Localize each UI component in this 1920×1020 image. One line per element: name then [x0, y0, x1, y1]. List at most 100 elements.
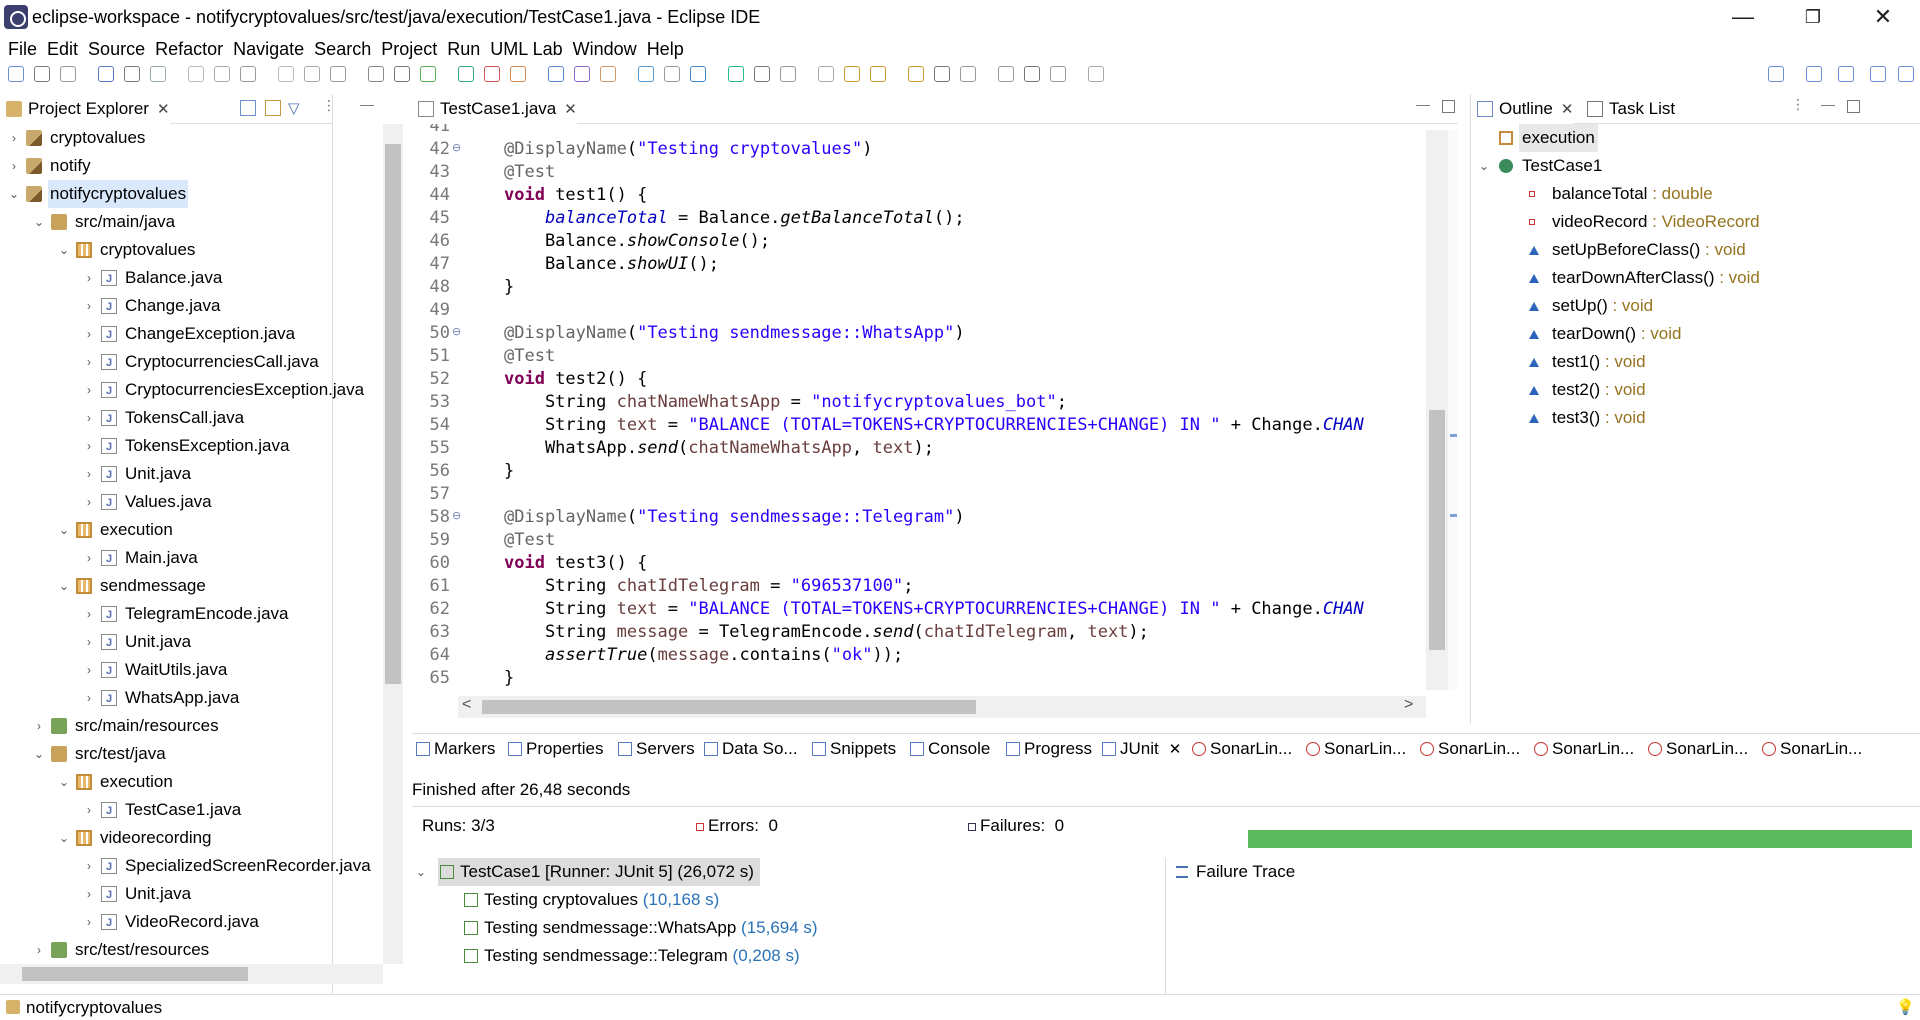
code-line[interactable]: Balance.showConsole(); — [504, 231, 770, 251]
misc-icon[interactable] — [1088, 66, 1104, 82]
uml-perspective-icon[interactable] — [1870, 66, 1886, 82]
tree-item[interactable]: › Values.java — [0, 488, 380, 517]
expand-arrow-icon[interactable]: › — [83, 796, 95, 824]
scrollbar-thumb[interactable] — [22, 967, 248, 981]
scrollbar-thumb[interactable] — [482, 700, 976, 714]
menu-refactor[interactable]: Refactor — [155, 36, 223, 62]
menu-source[interactable]: Source — [88, 36, 145, 62]
collapse-all-icon[interactable] — [240, 100, 256, 116]
link-editor-icon[interactable] — [265, 100, 281, 116]
minimize-view-icon[interactable]: — — [1821, 96, 1835, 112]
code-line[interactable]: @Test — [504, 162, 555, 182]
code-line[interactable]: Balance.showUI(); — [504, 254, 719, 274]
search-icon[interactable] — [1768, 66, 1784, 82]
menu-window[interactable]: Window — [573, 36, 637, 62]
test-case-row[interactable]: Testing cryptovalues (10,168 s) — [462, 886, 719, 914]
fold-toggle-icon[interactable]: ⊖ — [452, 509, 461, 522]
expand-arrow-icon[interactable]: › — [83, 656, 95, 684]
expand-arrow-icon[interactable]: › — [83, 404, 95, 432]
sync-icon[interactable] — [690, 66, 706, 82]
drop-frame-icon[interactable] — [330, 66, 346, 82]
code-line[interactable]: String text = "BALANCE (TOTAL=TOKENS+CRY… — [504, 599, 1364, 619]
minimize-button[interactable]: — — [1714, 0, 1772, 34]
close-icon[interactable]: ✕ — [1169, 741, 1182, 758]
view-menu-icon[interactable]: ⋮ — [322, 97, 336, 114]
restore-button[interactable]: ❐ — [1784, 0, 1842, 34]
code-line[interactable]: } — [504, 461, 514, 481]
skip-icon[interactable] — [188, 66, 204, 82]
open-type-icon[interactable] — [98, 66, 114, 82]
expand-arrow-icon[interactable]: › — [83, 320, 95, 348]
tree-item[interactable]: ⌄ execution — [0, 516, 380, 544]
outline-item[interactable]: tearDown() : void — [1471, 320, 1911, 348]
outline-item[interactable]: execution — [1471, 124, 1911, 152]
tree-item[interactable]: › Main.java — [0, 544, 380, 573]
collapse-arrow-icon[interactable]: ⌄ — [33, 740, 45, 768]
tree-item[interactable]: › notify — [0, 152, 380, 180]
tree-item[interactable]: ⌄ sendmessage — [0, 572, 380, 600]
prev-annotation-icon[interactable] — [780, 66, 796, 82]
maximize-view-icon[interactable] — [1442, 100, 1455, 113]
tab-testcase1-java[interactable]: TestCase1.java ✕ — [412, 94, 577, 124]
tree-item[interactable]: › WhatsApp.java — [0, 684, 380, 713]
tree-item[interactable]: › CryptocurrenciesException.java — [0, 376, 380, 405]
menu-navigate[interactable]: Navigate — [233, 36, 304, 62]
tree-item[interactable]: › Unit.java — [0, 628, 380, 657]
collapse-arrow-icon[interactable]: ⌄ — [58, 572, 70, 600]
run-icon[interactable] — [420, 66, 436, 82]
open-task-icon[interactable] — [638, 66, 654, 82]
tab-sonarlin[interactable]: SonarLin... — [1418, 734, 1520, 764]
collapse-arrow-icon[interactable]: ⌄ — [58, 516, 70, 544]
code-line[interactable]: void test2() { — [504, 369, 647, 389]
expand-arrow-icon[interactable]: › — [83, 432, 95, 460]
expand-arrow-icon[interactable]: › — [83, 460, 95, 488]
run-last-icon[interactable] — [458, 66, 474, 82]
menu-search[interactable]: Search — [314, 36, 371, 62]
expand-arrow-icon[interactable]: › — [83, 488, 95, 516]
filter-icon[interactable]: ▽ — [288, 99, 300, 117]
tree-item[interactable]: › src/test/resources — [0, 936, 380, 964]
tree-item[interactable]: › src/main/resources — [0, 712, 380, 740]
scrollbar-thumb[interactable] — [1429, 410, 1445, 650]
tab-sonarlin[interactable]: SonarLin... — [1760, 734, 1862, 764]
tree-item[interactable]: › Unit.java — [0, 460, 380, 489]
expand-arrow-icon[interactable]: › — [83, 292, 95, 320]
perspective-icon[interactable] — [1806, 66, 1822, 82]
tree-item[interactable]: › cryptovalues — [0, 124, 380, 152]
new-package-icon[interactable] — [574, 66, 590, 82]
vertical-scrollbar[interactable] — [383, 124, 403, 964]
next-annotation-icon[interactable] — [754, 66, 770, 82]
close-button[interactable]: ✕ — [1854, 0, 1912, 34]
tree-item[interactable]: ⌄ notifycryptovalues — [0, 180, 380, 208]
code-area[interactable]: 41 42 ⊖ @DisplayName("Testing cryptovalues"… — [412, 124, 1426, 694]
menu-help[interactable]: Help — [647, 36, 684, 62]
search-icon[interactable] — [124, 66, 140, 82]
tab-junit[interactable]: JUnit ✕ — [1100, 734, 1181, 764]
misc-icon[interactable] — [1024, 66, 1040, 82]
tab-outline[interactable]: Outline ✕ — [1471, 94, 1574, 124]
tab-servers[interactable]: Servers — [616, 734, 695, 764]
misc-icon[interactable] — [1050, 66, 1066, 82]
tree-item[interactable]: › WaitUtils.java — [0, 656, 380, 685]
expand-arrow-icon[interactable]: › — [83, 852, 95, 880]
tree-item[interactable]: › Balance.java — [0, 264, 380, 293]
tab-properties[interactable]: Properties — [506, 734, 603, 764]
tree-item[interactable]: › Change.java — [0, 292, 380, 321]
editor-horizontal-scrollbar[interactable]: < > — [458, 696, 1426, 718]
code-line[interactable]: void test1() { — [504, 185, 647, 205]
outline-item[interactable]: tearDownAfterClass() : void — [1471, 264, 1911, 292]
new-class-icon[interactable] — [600, 66, 616, 82]
tree-item[interactable]: › TelegramEncode.java — [0, 600, 380, 629]
scroll-left-icon[interactable]: < — [462, 696, 471, 714]
code-line[interactable]: @Test — [504, 346, 555, 366]
outline-item[interactable]: setUpBeforeClass() : void — [1471, 236, 1911, 264]
use-step-filters-icon[interactable] — [368, 66, 384, 82]
new-icon[interactable] — [8, 66, 24, 82]
menu-edit[interactable]: Edit — [47, 36, 78, 62]
close-icon[interactable]: ✕ — [1561, 101, 1574, 118]
expand-arrow-icon[interactable]: › — [83, 376, 95, 404]
tab-progress[interactable]: Progress — [1004, 734, 1092, 764]
code-line[interactable]: } — [504, 668, 514, 688]
outline-item[interactable]: videoRecord : VideoRecord — [1471, 208, 1911, 236]
code-line[interactable]: @DisplayName("Testing cryptovalues") — [504, 139, 873, 159]
